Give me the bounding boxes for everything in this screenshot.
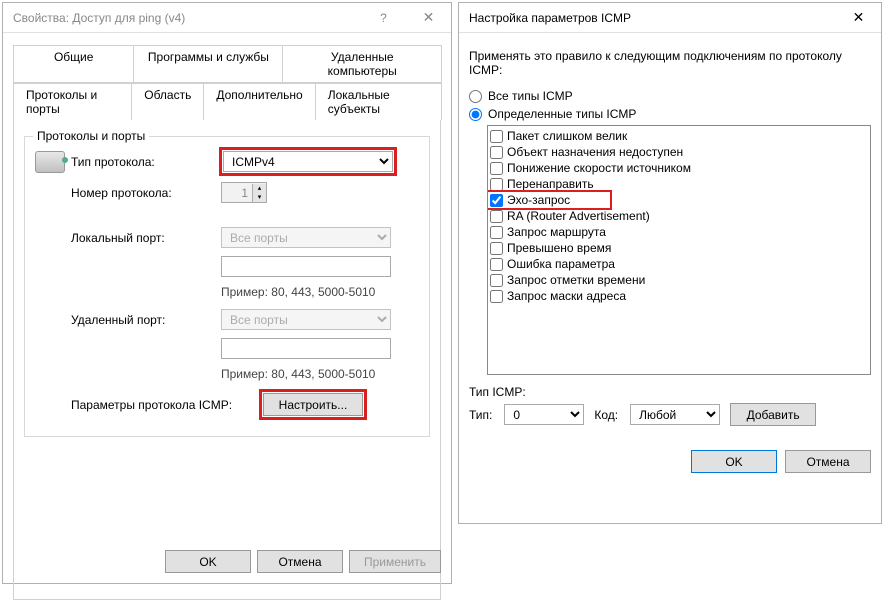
icmp-type-checkbox[interactable] bbox=[490, 226, 503, 239]
spinner-down[interactable]: ▾ bbox=[252, 193, 266, 202]
type-label: Тип: bbox=[469, 408, 492, 422]
type-select[interactable]: 0 bbox=[504, 404, 584, 425]
window-body-left: Общие Программы и службы Удаленные компь… bbox=[3, 33, 451, 583]
dialog-footer-left: OK Отмена Применить bbox=[165, 550, 441, 573]
remote-port-select: Все порты bbox=[221, 309, 391, 330]
tab-programs[interactable]: Программы и службы bbox=[133, 45, 283, 83]
protocol-type-label: Тип протокола: bbox=[71, 155, 221, 169]
icmp-type-label: Перенаправить bbox=[507, 177, 594, 191]
apply-button-left: Применить bbox=[349, 550, 441, 573]
cancel-button-right[interactable]: Отмена bbox=[785, 450, 871, 473]
icmp-type-item[interactable]: Ошибка параметра bbox=[488, 256, 870, 272]
properties-window: Свойства: Доступ для ping (v4) ? ✕ Общие… bbox=[2, 2, 452, 584]
icmp-type-item[interactable]: Запрос маршрута bbox=[488, 224, 870, 240]
icmp-types-listbox[interactable]: Пакет слишком велик Объект назначения нед… bbox=[487, 125, 871, 375]
icmp-type-checkbox[interactable] bbox=[490, 194, 503, 207]
close-button-right[interactable]: ✕ bbox=[836, 3, 881, 32]
code-label: Код: bbox=[594, 408, 618, 422]
icmp-type-label: Эхо-запрос bbox=[507, 193, 570, 207]
window-body-right: Применять это правило к следующим подклю… bbox=[459, 33, 881, 481]
window-title-left: Свойства: Доступ для ping (v4) bbox=[13, 11, 361, 25]
icmp-type-checkbox[interactable] bbox=[490, 146, 503, 159]
remote-port-label: Удаленный порт: bbox=[71, 313, 221, 327]
icmp-type-item[interactable]: Запрос маски адреса bbox=[488, 288, 870, 304]
tab-general[interactable]: Общие bbox=[13, 45, 134, 83]
icmp-type-item[interactable]: Пакет слишком велик bbox=[488, 128, 870, 144]
icmp-type-checkbox[interactable] bbox=[490, 242, 503, 255]
nic-icon bbox=[35, 151, 65, 173]
icmp-type-checkbox[interactable] bbox=[490, 258, 503, 271]
ok-button-right[interactable]: OK bbox=[691, 450, 777, 473]
add-button[interactable]: Добавить bbox=[730, 403, 816, 426]
icmp-type-label: RA (Router Advertisement) bbox=[507, 209, 650, 223]
local-port-input bbox=[221, 256, 391, 277]
tab-remote-computers[interactable]: Удаленные компьютеры bbox=[282, 45, 442, 83]
icmp-type-item[interactable]: RA (Router Advertisement) bbox=[488, 208, 870, 224]
protocol-type-select[interactable]: ICMPv4 bbox=[223, 151, 393, 172]
icmp-type-item[interactable]: Перенаправить bbox=[488, 176, 870, 192]
icmp-type-label: Запрос маршрута bbox=[507, 225, 606, 239]
titlebar-right: Настройка параметров ICMP ✕ bbox=[459, 3, 881, 33]
titlebar-left: Свойства: Доступ для ping (v4) ? ✕ bbox=[3, 3, 451, 33]
icmp-type-label: Пакет слишком велик bbox=[507, 129, 627, 143]
icmp-type-checkbox[interactable] bbox=[490, 290, 503, 303]
icmp-type-checkbox[interactable] bbox=[490, 274, 503, 287]
protocol-number-label: Номер протокола: bbox=[71, 186, 221, 200]
icmp-type-item[interactable]: Превышено время bbox=[488, 240, 870, 256]
icmp-type-checkbox[interactable] bbox=[490, 210, 503, 223]
help-button-left[interactable]: ? bbox=[361, 3, 406, 32]
configure-icmp-button[interactable]: Настроить... bbox=[263, 393, 363, 416]
spinner-up[interactable]: ▴ bbox=[252, 184, 266, 193]
icmp-type-item[interactable]: Запрос отметки времени bbox=[488, 272, 870, 288]
icmp-type-label: Ошибка параметра bbox=[507, 257, 615, 271]
icmp-type-label: Превышено время bbox=[507, 241, 611, 255]
protocol-number-value: 1 bbox=[222, 186, 252, 200]
dialog-footer-right: OK Отмена bbox=[469, 426, 871, 473]
protocol-number-spinner[interactable]: 1 ▴▾ bbox=[221, 182, 267, 203]
code-select[interactable]: Любой bbox=[630, 404, 720, 425]
icmp-type-checkbox[interactable] bbox=[490, 178, 503, 191]
ok-button-left[interactable]: OK bbox=[165, 550, 251, 573]
local-port-hint: Пример: 80, 443, 5000-5010 bbox=[221, 285, 419, 299]
icmp-type-label: Запрос маски адреса bbox=[507, 289, 626, 303]
icmp-type-checkbox[interactable] bbox=[490, 130, 503, 143]
remote-port-hint: Пример: 80, 443, 5000-5010 bbox=[221, 367, 419, 381]
icmp-type-label: Запрос отметки времени bbox=[507, 273, 645, 287]
icmp-type-item[interactable]: Понижение скорости источником bbox=[488, 160, 870, 176]
remote-port-input bbox=[221, 338, 391, 359]
radio-specific-label: Определенные типы ICMP bbox=[488, 107, 636, 121]
local-port-label: Локальный порт: bbox=[71, 231, 221, 245]
type-section-label: Тип ICMP: bbox=[469, 385, 871, 399]
icmp-type-label: Объект назначения недоступен bbox=[507, 145, 683, 159]
protocols-ports-groupbox: Протоколы и порты Тип протокола: ICMPv4 bbox=[24, 136, 430, 437]
icmp-settings-window: Настройка параметров ICMP ✕ Применять эт… bbox=[458, 2, 882, 524]
local-port-select: Все порты bbox=[221, 227, 391, 248]
icmp-type-item[interactable]: Объект назначения недоступен bbox=[488, 144, 870, 160]
radio-all-label: Все типы ICMP bbox=[488, 89, 573, 103]
tab-local-principals[interactable]: Локальные субъекты bbox=[315, 83, 442, 120]
tab-advanced[interactable]: Дополнительно bbox=[203, 83, 315, 120]
radio-specific-types[interactable] bbox=[469, 108, 482, 121]
window-title-right: Настройка параметров ICMP bbox=[469, 11, 836, 25]
icmp-params-label: Параметры протокола ICMP: bbox=[71, 398, 261, 412]
icmp-type-label: Понижение скорости источником bbox=[507, 161, 691, 175]
groupbox-title: Протоколы и порты bbox=[33, 129, 149, 143]
radio-all-types[interactable] bbox=[469, 90, 482, 103]
icmp-type-checkbox[interactable] bbox=[490, 162, 503, 175]
tab-content: Протоколы и порты Тип протокола: ICMPv4 bbox=[13, 120, 441, 600]
tabstrip: Общие Программы и службы Удаленные компь… bbox=[13, 45, 441, 120]
icmp-type-item[interactable]: Эхо-запрос bbox=[488, 192, 610, 208]
cancel-button-left[interactable]: Отмена bbox=[257, 550, 343, 573]
close-button-left[interactable]: ✕ bbox=[406, 3, 451, 32]
tab-scope[interactable]: Область bbox=[131, 83, 204, 120]
tab-protocols-ports[interactable]: Протоколы и порты bbox=[13, 83, 132, 120]
intro-text: Применять это правило к следующим подклю… bbox=[469, 49, 871, 77]
